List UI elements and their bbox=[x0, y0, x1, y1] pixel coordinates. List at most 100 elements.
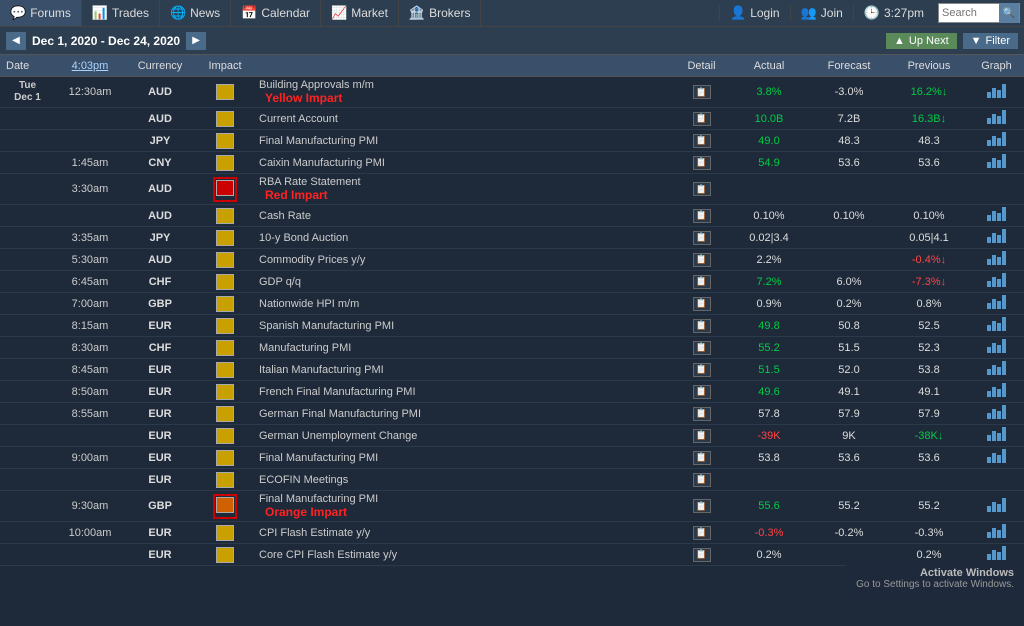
cell-detail[interactable]: 📋 bbox=[674, 132, 729, 150]
cell-graph[interactable] bbox=[969, 187, 1024, 191]
graph-bar-chart[interactable] bbox=[987, 251, 1006, 265]
detail-icon[interactable]: 📋 bbox=[693, 253, 711, 267]
nav-calendar[interactable]: 📅 Calendar bbox=[231, 0, 321, 26]
graph-bar-chart[interactable] bbox=[987, 317, 1006, 331]
detail-icon[interactable]: 📋 bbox=[693, 231, 711, 245]
graph-bar-chart[interactable] bbox=[987, 405, 1006, 419]
graph-bar-chart[interactable] bbox=[987, 295, 1006, 309]
cell-graph[interactable] bbox=[969, 544, 1024, 565]
cell-detail[interactable]: 📋 bbox=[674, 427, 729, 445]
graph-bar-chart[interactable] bbox=[987, 110, 1006, 124]
graph-bar-chart[interactable] bbox=[987, 427, 1006, 441]
detail-icon[interactable]: 📋 bbox=[693, 429, 711, 443]
graph-bar-chart[interactable] bbox=[987, 84, 1006, 98]
cell-detail[interactable]: 📋 bbox=[674, 524, 729, 542]
detail-icon[interactable]: 📋 bbox=[693, 385, 711, 399]
graph-bar-chart[interactable] bbox=[987, 524, 1006, 538]
date-next-button[interactable]: ▶ bbox=[186, 32, 206, 50]
nav-market[interactable]: 📈 Market bbox=[321, 0, 399, 26]
cell-graph[interactable] bbox=[969, 205, 1024, 226]
graph-bar-chart[interactable] bbox=[987, 154, 1006, 168]
cell-detail[interactable]: 📋 bbox=[674, 229, 729, 247]
nav-join[interactable]: 👥 Join bbox=[790, 5, 853, 21]
cell-graph[interactable] bbox=[969, 108, 1024, 129]
detail-icon[interactable]: 📋 bbox=[693, 363, 711, 377]
detail-icon[interactable]: 📋 bbox=[693, 548, 711, 562]
cell-detail[interactable]: 📋 bbox=[674, 154, 729, 172]
table-body: TueDec 1 12:30am AUD Building Approvals … bbox=[0, 77, 1024, 626]
detail-icon[interactable]: 📋 bbox=[693, 85, 711, 99]
cell-detail[interactable]: 📋 bbox=[674, 295, 729, 313]
graph-bar-chart[interactable] bbox=[987, 229, 1006, 243]
cell-graph[interactable] bbox=[969, 496, 1024, 517]
cell-detail[interactable]: 📋 bbox=[674, 405, 729, 423]
date-prev-button[interactable]: ◀ bbox=[6, 32, 26, 50]
nav-login[interactable]: 👤 Login bbox=[719, 5, 790, 21]
col-time[interactable]: 4:03pm bbox=[55, 60, 125, 72]
col-actual: Actual bbox=[729, 60, 809, 72]
cell-detail[interactable]: 📋 bbox=[674, 251, 729, 269]
search-input[interactable] bbox=[939, 7, 999, 19]
detail-icon[interactable]: 📋 bbox=[693, 156, 711, 170]
detail-icon[interactable]: 📋 bbox=[693, 499, 711, 513]
cell-detail[interactable]: 📋 bbox=[674, 497, 729, 515]
detail-icon[interactable]: 📋 bbox=[693, 182, 711, 196]
cell-graph[interactable] bbox=[969, 227, 1024, 248]
cell-detail[interactable]: 📋 bbox=[674, 180, 729, 198]
cell-detail[interactable]: 📋 bbox=[674, 83, 729, 101]
nav-trades[interactable]: 📊 Trades bbox=[82, 0, 160, 26]
nav-news[interactable]: 🌐 News bbox=[160, 0, 231, 26]
cell-graph[interactable] bbox=[969, 478, 1024, 482]
detail-icon[interactable]: 📋 bbox=[693, 134, 711, 148]
detail-icon[interactable]: 📋 bbox=[693, 275, 711, 289]
graph-bar-chart[interactable] bbox=[987, 546, 1006, 560]
cell-detail[interactable]: 📋 bbox=[674, 207, 729, 225]
cell-detail[interactable]: 📋 bbox=[674, 449, 729, 467]
graph-bar-chart[interactable] bbox=[987, 361, 1006, 375]
detail-icon[interactable]: 📋 bbox=[693, 341, 711, 355]
graph-bar-chart[interactable] bbox=[987, 498, 1006, 512]
cell-detail[interactable]: 📋 bbox=[674, 546, 729, 564]
graph-bar-chart[interactable] bbox=[987, 207, 1006, 221]
nav-forums[interactable]: 💬 Forums bbox=[0, 0, 82, 26]
cell-graph[interactable] bbox=[969, 522, 1024, 543]
cell-graph[interactable] bbox=[969, 82, 1024, 103]
detail-icon[interactable]: 📋 bbox=[693, 209, 711, 223]
graph-bar-chart[interactable] bbox=[987, 273, 1006, 287]
detail-icon[interactable]: 📋 bbox=[693, 319, 711, 333]
graph-bar-chart[interactable] bbox=[987, 339, 1006, 353]
cell-graph[interactable] bbox=[969, 337, 1024, 358]
cell-graph[interactable] bbox=[969, 359, 1024, 380]
detail-icon[interactable]: 📋 bbox=[693, 473, 711, 487]
cell-detail[interactable]: 📋 bbox=[674, 471, 729, 489]
search-button[interactable]: 🔍 bbox=[999, 3, 1019, 23]
cell-graph[interactable] bbox=[969, 381, 1024, 402]
detail-icon[interactable]: 📋 bbox=[693, 451, 711, 465]
cell-graph[interactable] bbox=[969, 152, 1024, 173]
cell-detail[interactable]: 📋 bbox=[674, 317, 729, 335]
cell-detail[interactable]: 📋 bbox=[674, 273, 729, 291]
cell-graph[interactable] bbox=[969, 249, 1024, 270]
cell-graph[interactable] bbox=[969, 447, 1024, 468]
up-next-button[interactable]: ▲ Up Next bbox=[886, 33, 957, 49]
cell-graph[interactable] bbox=[969, 130, 1024, 151]
cell-graph[interactable] bbox=[969, 315, 1024, 336]
cell-detail[interactable]: 📋 bbox=[674, 383, 729, 401]
filter-button[interactable]: ▼ Filter bbox=[963, 33, 1018, 49]
detail-icon[interactable]: 📋 bbox=[693, 297, 711, 311]
detail-icon[interactable]: 📋 bbox=[693, 407, 711, 421]
graph-bar-chart[interactable] bbox=[987, 132, 1006, 146]
cell-detail[interactable]: 📋 bbox=[674, 339, 729, 357]
table-header: Date 4:03pm Currency Impact Detail Actua… bbox=[0, 55, 1024, 77]
cell-detail[interactable]: 📋 bbox=[674, 110, 729, 128]
cell-graph[interactable] bbox=[969, 293, 1024, 314]
cell-graph[interactable] bbox=[969, 425, 1024, 446]
cell-graph[interactable] bbox=[969, 271, 1024, 292]
graph-bar-chart[interactable] bbox=[987, 383, 1006, 397]
detail-icon[interactable]: 📋 bbox=[693, 112, 711, 126]
cell-detail[interactable]: 📋 bbox=[674, 361, 729, 379]
graph-bar-chart[interactable] bbox=[987, 449, 1006, 463]
nav-brokers[interactable]: 🏦 Brokers bbox=[399, 0, 482, 26]
cell-graph[interactable] bbox=[969, 403, 1024, 424]
detail-icon[interactable]: 📋 bbox=[693, 526, 711, 540]
